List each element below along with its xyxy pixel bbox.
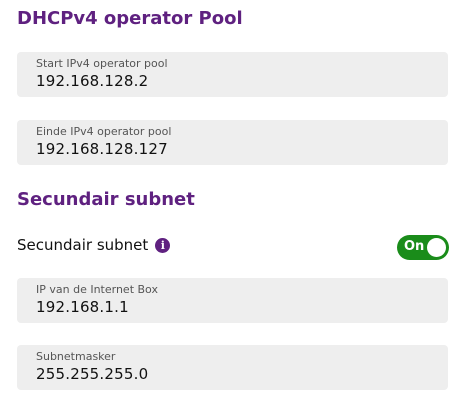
subnet-mask-label: Subnetmasker	[36, 350, 116, 363]
toggle-state-text: On	[404, 239, 425, 254]
info-icon[interactable]: i	[155, 237, 171, 253]
end-pool-value[interactable]: 192.168.128.127	[36, 140, 168, 158]
subnet-mask-value[interactable]: 255.255.255.0	[36, 365, 148, 383]
secondary-subnet-label: Secundair subnet	[17, 236, 149, 254]
secondary-subnet-section-title: Secundair subnet	[17, 189, 195, 210]
start-pool-value[interactable]: 192.168.128.2	[36, 72, 148, 90]
internet-box-ip-label: IP van de Internet Box	[36, 283, 158, 296]
settings-page: DHCPv4 operator Pool Start IPv4 operator…	[0, 0, 474, 411]
secondary-subnet-row: Secundair subnet i	[17, 236, 171, 254]
start-pool-field[interactable]: Start IPv4 operator pool 192.168.128.2	[17, 52, 448, 97]
dhcp-pool-section-title: DHCPv4 operator Pool	[17, 8, 243, 29]
internet-box-ip-value[interactable]: 192.168.1.1	[36, 298, 129, 316]
toggle-knob	[427, 238, 446, 257]
secondary-subnet-toggle[interactable]: On	[397, 235, 449, 260]
subnet-mask-field[interactable]: Subnetmasker 255.255.255.0	[17, 345, 448, 390]
end-pool-field[interactable]: Einde IPv4 operator pool 192.168.128.127	[17, 120, 448, 165]
start-pool-label: Start IPv4 operator pool	[36, 57, 168, 70]
internet-box-ip-field[interactable]: IP van de Internet Box 192.168.1.1	[17, 278, 448, 323]
end-pool-label: Einde IPv4 operator pool	[36, 125, 172, 138]
